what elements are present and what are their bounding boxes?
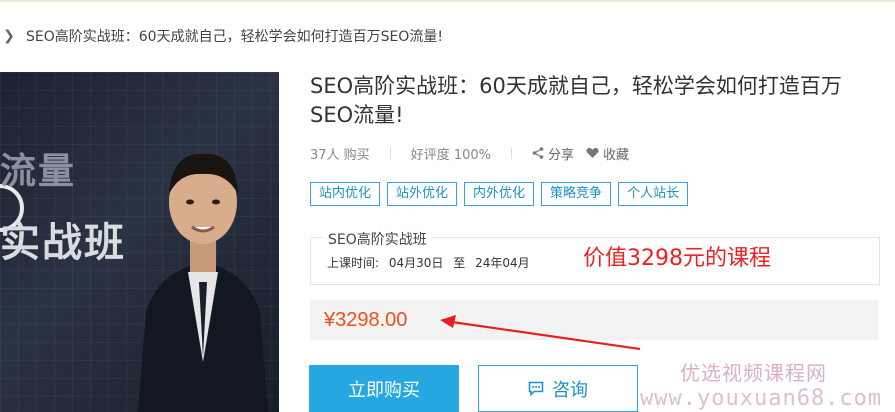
tag[interactable]: 策略竞争 [541,182,612,206]
top-divider [0,0,895,2]
course-title: SEO高阶实战班：60天成就自己，轻松学会如何打造百万SEO流量! [310,74,842,127]
divider [511,147,512,159]
buyer-count: 37人 购买 [310,147,370,163]
price: ¥3298.00 [324,309,408,331]
cover-text-line2: 实战班 [0,220,126,266]
tag[interactable]: 个人站长 [618,182,689,206]
heart-icon [586,147,599,158]
annotation-arrow [440,315,641,351]
tag-list: 站内优化 站外优化 内外优化 策略竞争 个人站长 [310,182,689,206]
share-icon [532,147,544,159]
watermark-url: www.youxuan68.com [640,386,883,411]
class-name: SEO高阶实战班 [323,229,432,249]
tag[interactable]: 站外优化 [387,182,458,206]
price-annotation: 价值3298元的课程 [583,246,771,271]
share-label: 分享 [548,147,575,163]
consult-label: 咨询 [552,379,588,401]
class-time-to: 至 [453,256,466,270]
breadcrumb-current: SEO高阶实战班：60天成就自己，轻松学会如何打造百万SEO流量! [26,29,443,45]
tag[interactable]: 内外优化 [464,182,535,206]
course-cover-image[interactable]: 流量 实战班 [0,72,279,412]
breadcrumb: ❯ SEO高阶实战班：60天成就自己，轻松学会如何打造百万SEO流量! [0,26,443,46]
watermark-cn: 优选视频课程网 [680,361,827,385]
share-button[interactable]: 分享 [532,144,574,163]
instructor-photo [138,153,268,412]
class-time-start: 04月30日 [388,256,444,270]
course-meta: 37人 购买 好评度 100% 分享 收藏 [310,144,629,163]
chat-bubble-icon [528,381,544,396]
favorite-button[interactable]: 收藏 [586,144,629,163]
chevron-right-icon: ❯ [3,28,15,44]
buy-now-button[interactable]: 立即购买 [309,365,459,412]
rating: 好评度 100% [410,147,491,163]
favorite-label: 收藏 [603,147,630,163]
divider [389,147,391,159]
class-time-end: 24年04月 [475,256,530,270]
cover-text-line1: 流量 [0,151,77,192]
tag[interactable]: 站内优化 [310,182,381,206]
class-time: 上课时间: 04月30日 至 24年04月 [327,254,530,271]
class-time-label: 上课时间: [327,256,380,270]
consult-button[interactable]: 咨询 [478,365,638,412]
